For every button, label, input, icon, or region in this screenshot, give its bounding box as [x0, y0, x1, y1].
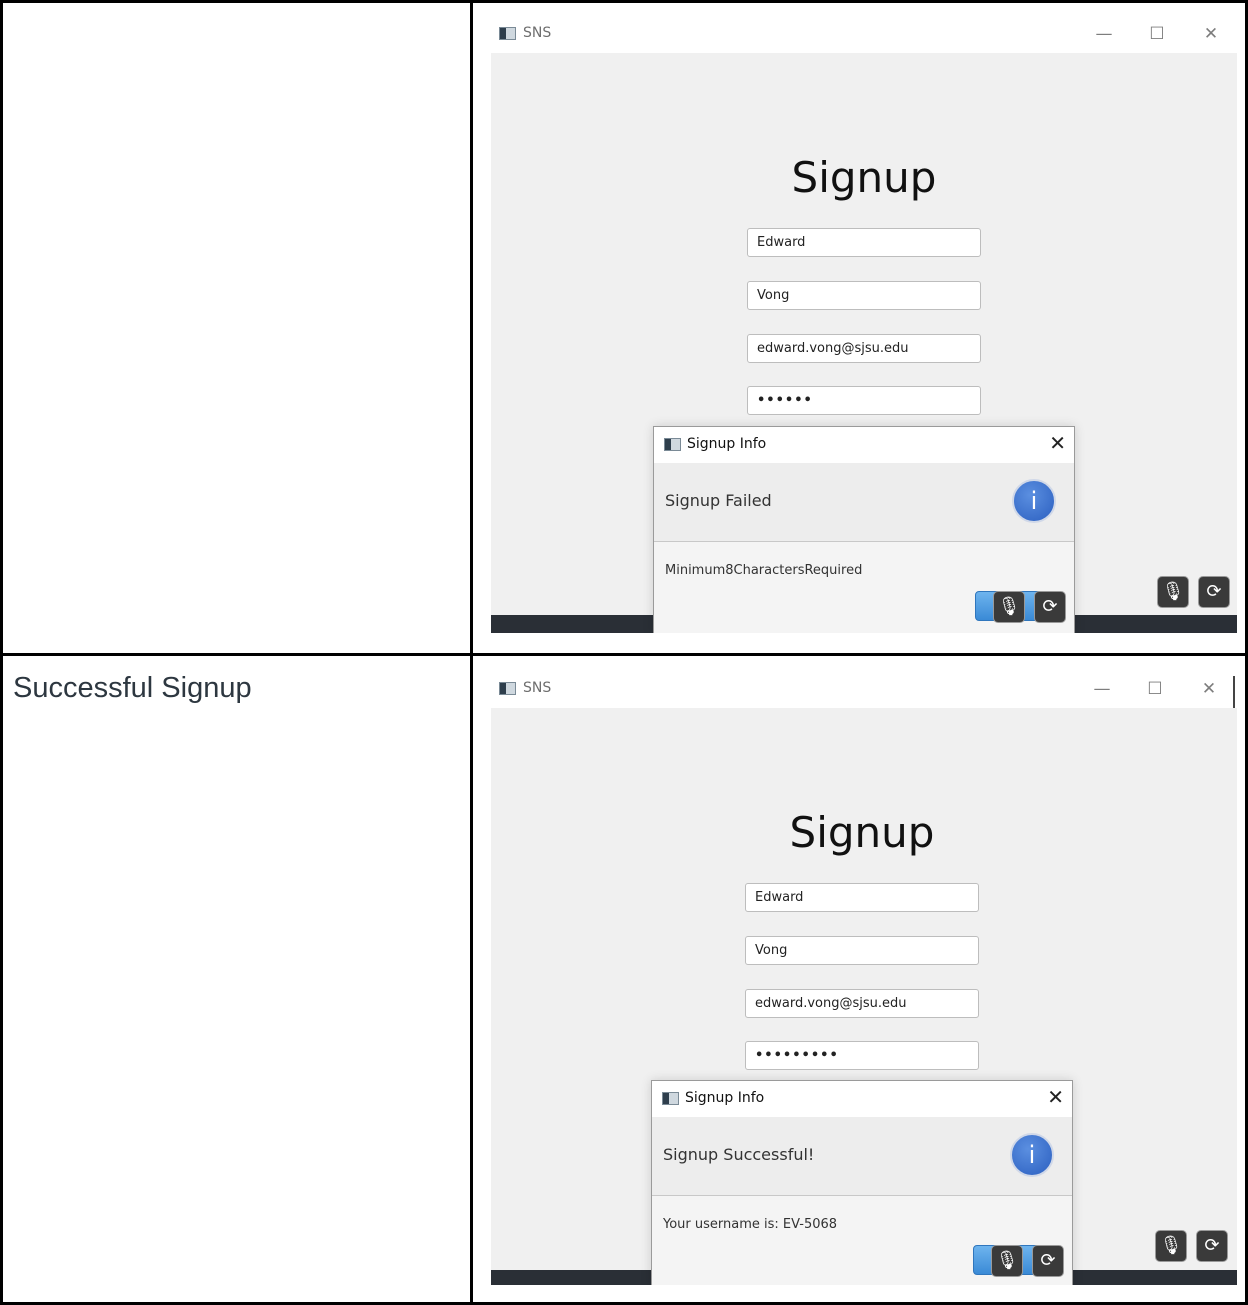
info-icon: i	[1010, 1133, 1054, 1177]
minimize-icon[interactable]: —	[1089, 21, 1119, 47]
dialog-title: Signup Info	[687, 436, 767, 452]
app-window-icon	[499, 27, 516, 40]
microphone-icon[interactable]: 🎙	[1155, 1230, 1187, 1262]
sns-window-successful: SNS — ☐ ✕ Signup Edward Vong edward.vong…	[491, 660, 1237, 1285]
email-field[interactable]: edward.vong@sjsu.edu	[747, 334, 981, 363]
password-field[interactable]: •••••••••	[745, 1041, 979, 1070]
window-titlebar[interactable]: SNS — ☐ ✕	[491, 5, 1237, 53]
table-border-divider	[470, 0, 473, 1305]
signup-info-dialog: Signup Info ✕ Signup Failed i Minimum8Ch…	[653, 426, 1075, 633]
maximize-icon[interactable]: ☐	[1140, 676, 1170, 702]
first-name-field[interactable]: Edward	[747, 228, 981, 257]
close-icon[interactable]: ✕	[1196, 21, 1226, 47]
page-title: Signup	[791, 153, 937, 202]
dialog-titlebar[interactable]: Signup Info ✕	[652, 1081, 1072, 1117]
close-icon[interactable]: ✕	[1194, 676, 1224, 702]
maximize-icon[interactable]: ☐	[1142, 21, 1172, 47]
app-window-icon	[664, 438, 681, 451]
email-field[interactable]: edward.vong@sjsu.edu	[745, 989, 979, 1018]
close-icon[interactable]: ✕	[1049, 431, 1066, 455]
microphone-icon[interactable]: 🎙	[1157, 576, 1189, 608]
window-titlebar[interactable]: SNS — ☐ ✕	[491, 660, 1237, 708]
dialog-header-text: Signup Failed	[665, 491, 772, 510]
refresh-icon[interactable]: ⟳	[1034, 591, 1066, 623]
signup-info-dialog: Signup Info ✕ Signup Successful! i Your …	[651, 1080, 1073, 1285]
app-window-icon	[662, 1092, 679, 1105]
password-field[interactable]: ••••••	[747, 386, 981, 415]
last-name-field[interactable]: Vong	[745, 936, 979, 965]
info-icon: i	[1012, 479, 1056, 523]
dialog-titlebar[interactable]: Signup Info ✕	[654, 427, 1074, 463]
dialog-message: Minimum8CharactersRequired	[665, 563, 863, 578]
window-edge	[1233, 676, 1235, 708]
dialog-header-text: Signup Successful!	[663, 1145, 815, 1164]
dialog-header: Signup Failed i	[654, 463, 1074, 542]
page-title: Signup	[789, 808, 935, 857]
last-name-field[interactable]: Vong	[747, 281, 981, 310]
microphone-icon[interactable]: 🎙	[991, 1245, 1023, 1277]
sns-window-failed: SNS — ☐ ✕ Signup Edward Vong edward.vong…	[491, 5, 1237, 633]
refresh-icon[interactable]: ⟳	[1196, 1230, 1228, 1262]
table-border-top	[0, 0, 1248, 3]
microphone-icon[interactable]: 🎙	[993, 591, 1025, 623]
screenshot-table: SNS — ☐ ✕ Signup Edward Vong edward.vong…	[0, 0, 1248, 1305]
table-border-left	[0, 0, 3, 1305]
minimize-icon[interactable]: —	[1087, 676, 1117, 702]
dialog-message: Your username is: EV-5068	[663, 1217, 838, 1232]
row-label-successful: Successful Signup	[13, 672, 252, 704]
first-name-field[interactable]: Edward	[745, 883, 979, 912]
close-icon[interactable]: ✕	[1047, 1085, 1064, 1109]
dialog-header: Signup Successful! i	[652, 1117, 1072, 1196]
dialog-title: Signup Info	[685, 1090, 765, 1106]
refresh-icon[interactable]: ⟳	[1198, 576, 1230, 608]
app-window-icon	[499, 682, 516, 695]
window-title: SNS	[523, 25, 552, 41]
window-title: SNS	[523, 680, 552, 696]
table-border-middle	[0, 653, 1248, 656]
refresh-icon[interactable]: ⟳	[1032, 1245, 1064, 1277]
